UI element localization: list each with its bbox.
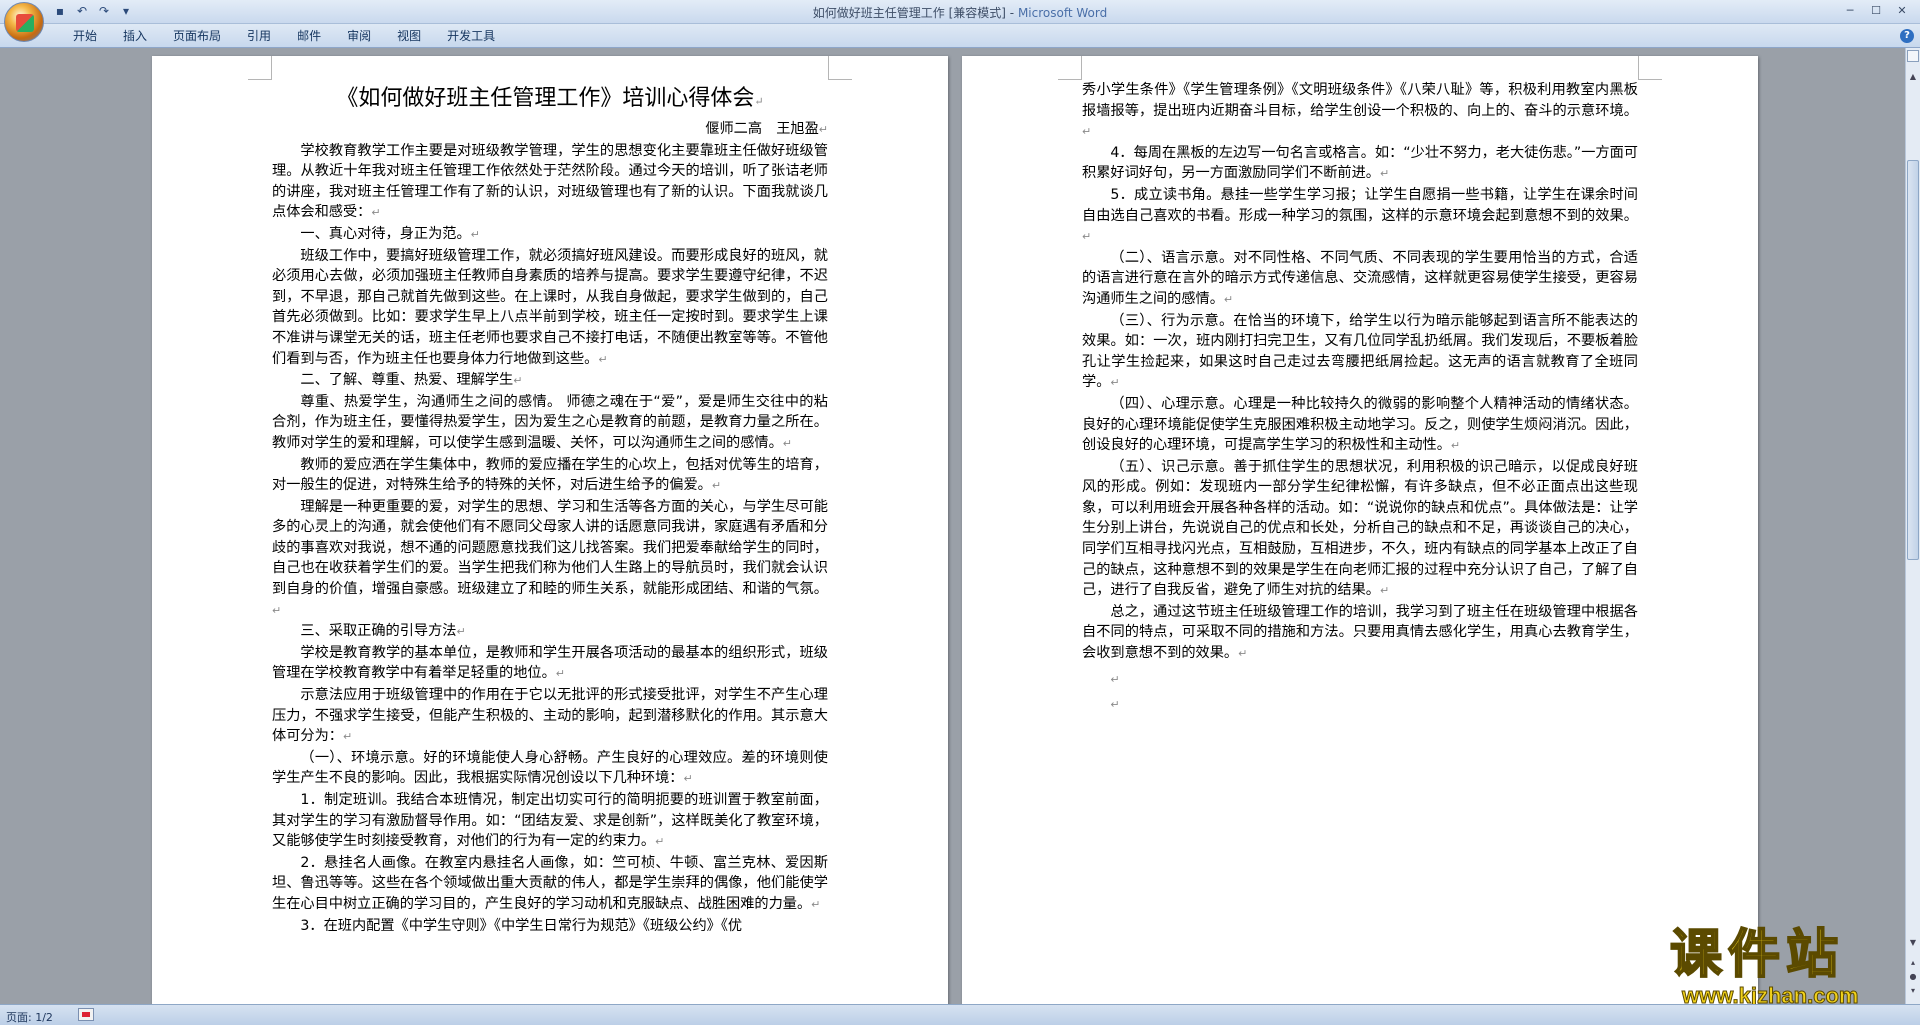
document-page-2[interactable]: 秀小学生条件》《学生管理条例》《文明班级条件》《八荣八耻》等，积极利用教室内黑板… (962, 56, 1758, 1004)
maximize-icon[interactable]: ☐ (1864, 2, 1888, 20)
ribbon-tabs: 开始 插入 页面布局 引用 邮件 审阅 视图 开发工具 (60, 28, 508, 44)
margin-corner-mark (248, 56, 272, 80)
paragraph: （一）、环境示意。好的环境能使人身心舒畅。产生良好的心理效应。差的环境则使学生产… (272, 749, 828, 787)
vertical-scrollbar[interactable]: ▲ ▼ ▴ ● ▾ (1905, 48, 1920, 1004)
ribbon-tab[interactable]: 邮件 (284, 28, 334, 44)
ribbon-tab[interactable]: 引用 (234, 28, 284, 44)
paragraph: 班级工作中，要搞好班级管理工作，就必须搞好班风建设。而要形成良好的班风，就必须用… (272, 247, 828, 367)
paragraph: 尊重、热爱学生，沟通师生之间的感情。 师德之魂在于“爱”，爱是师生交往中的粘合剂… (272, 393, 828, 451)
paragraph: （三）、行为示意。在恰当的环境下，给学生以行为暗示能够起到语言所不能表达的效果。… (1082, 312, 1638, 391)
page-2-text[interactable]: 秀小学生条件》《学生管理条例》《文明班级条件》《八荣八耻》等，积极利用教室内黑板… (1082, 80, 1638, 716)
ribbon-tab[interactable]: 视图 (384, 28, 434, 44)
page-count-status[interactable]: 页面: 1/2 (6, 1009, 53, 1025)
watermark-logo: 课件站 www.kjzhan.com (1669, 924, 1910, 1007)
margin-corner-mark (1638, 56, 1662, 80)
paragraph: 学校教育教学工作主要是对班级教学管理，学生的思想变化主要靠班主任做好班级管理。从… (272, 142, 828, 221)
paragraph: 一、真心对待，身正为范。↵ (300, 225, 480, 242)
document-area[interactable]: 《如何做好班主任管理工作》培训心得体会↵ 偃师二高 王旭盈↵ 学校教育教学工作主… (0, 48, 1905, 1004)
document-title: 《如何做好班主任管理工作》培训心得体会↵ (336, 86, 764, 111)
office-button[interactable] (4, 2, 44, 42)
view-ruler-icon[interactable] (1907, 50, 1919, 62)
paragraph: 秀小学生条件》《学生管理条例》《文明班级条件》《八荣八耻》等，积极利用教室内黑板… (1082, 82, 1638, 139)
title-separator: - (1005, 6, 1018, 20)
proofing-language-icon[interactable] (78, 1008, 94, 1021)
close-icon[interactable]: ✕ (1890, 2, 1914, 20)
title-bar: ▪ ↶ ↷ ▾ 如何做好班主任管理工作 [兼容模式] - Microsoft W… (0, 0, 1920, 24)
document-name: 如何做好班主任管理工作 [兼容模式] (812, 6, 1006, 20)
minimize-icon[interactable]: ─ (1838, 2, 1862, 20)
paragraph: 4．每周在黑板的左边写一句名言或格言。如：“少壮不努力，老大徒伤悲。”一方面可积… (1082, 144, 1638, 182)
paragraph: 总之，通过这节班主任班级管理工作的培训，我学习到了班主任在班级管理中根据各自不同… (1082, 603, 1638, 662)
scrollbar-thumb[interactable] (1907, 160, 1919, 560)
scroll-up-icon[interactable]: ▲ (1906, 70, 1920, 84)
document-page-1[interactable]: 《如何做好班主任管理工作》培训心得体会↵ 偃师二高 王旭盈↵ 学校教育教学工作主… (152, 56, 948, 1004)
paragraph: 理解是一种更重要的爱，对学生的思想、学习和生活等各方面的关心，与学生尽可能多的心… (272, 498, 828, 617)
paragraph: 示意法应用于班级管理中的作用在于它以无批评的形式接受批评，对学生不产生心理压力，… (272, 687, 828, 745)
page-1-text[interactable]: 《如何做好班主任管理工作》培训心得体会↵ 偃师二高 王旭盈↵ 学校教育教学工作主… (272, 82, 828, 936)
margin-corner-mark (1058, 56, 1082, 80)
paragraph: 二、了解、尊重、热爱、理解学生↵ (300, 372, 523, 389)
window-controls: ─ ☐ ✕ (1838, 2, 1914, 20)
app-name: Microsoft Word (1017, 6, 1108, 20)
paragraph: 学校是教育教学的基本单位，是教师和学生开展各项活动的最基本的组织形式，班级管理在… (272, 644, 828, 682)
paragraph: （二）、语言示意。对不同性格、不同气质、不同表现的学生要用恰当的方式，合适的语言… (1082, 249, 1638, 307)
empty-paragraph: ↵ (1110, 698, 1120, 712)
window-title: 如何做好班主任管理工作 [兼容模式] - Microsoft Word (0, 4, 1920, 21)
paragraph: 三、采取正确的引导方法↵ (300, 623, 466, 640)
ribbon-tab[interactable]: 开发工具 (434, 28, 508, 44)
empty-paragraph: ↵ (1110, 672, 1120, 686)
ribbon-tab[interactable]: 审阅 (334, 28, 384, 44)
status-bar: 页面: 1/2 (0, 1004, 1920, 1025)
margin-corner-mark (828, 56, 852, 80)
ribbon-tab-bar: 开始 插入 页面布局 引用 邮件 审阅 视图 开发工具 ? (0, 24, 1920, 48)
paragraph: （五）、识己示意。善于抓住学生的思想状况，利用积极的识己暗示，以促成良好班风的形… (1082, 458, 1638, 599)
paragraph: 3．在班内配置《中学生守则》《中学生日常行为规范》《班级公约》《优 (300, 917, 743, 934)
document-author: 偃师二高 王旭盈↵ (705, 121, 828, 137)
paragraph: （四）、心理示意。心理是一种比较持久的微弱的影响整个人精神活动的情绪状态。良好的… (1082, 395, 1638, 454)
help-icon[interactable]: ? (1900, 29, 1914, 43)
ribbon-tab[interactable]: 插入 (110, 28, 160, 44)
office-logo-icon (16, 14, 34, 32)
ribbon-tab[interactable]: 页面布局 (160, 28, 234, 44)
paragraph: 1．制定班训。我结合本班情况，制定出切实可行的简明扼要的班训置于教室前面，其对学… (272, 792, 828, 850)
watermark-text: 课件站 (1669, 924, 1845, 986)
paragraph: 2．悬挂名人画像。在教室内悬挂名人画像，如：竺可桢、牛顿、富兰克林、爱因斯坦、鲁… (272, 854, 828, 912)
ribbon-tab[interactable]: 开始 (60, 28, 110, 44)
paragraph: 教师的爱应洒在学生集体中，教师的爱应播在学生的心坎上，包括对优等生的培育，对一般… (272, 456, 828, 494)
paragraph: 5．成立读书角。悬挂一些学生学习报；让学生自愿捐一些书籍，让学生在课余时间自由选… (1082, 186, 1638, 244)
